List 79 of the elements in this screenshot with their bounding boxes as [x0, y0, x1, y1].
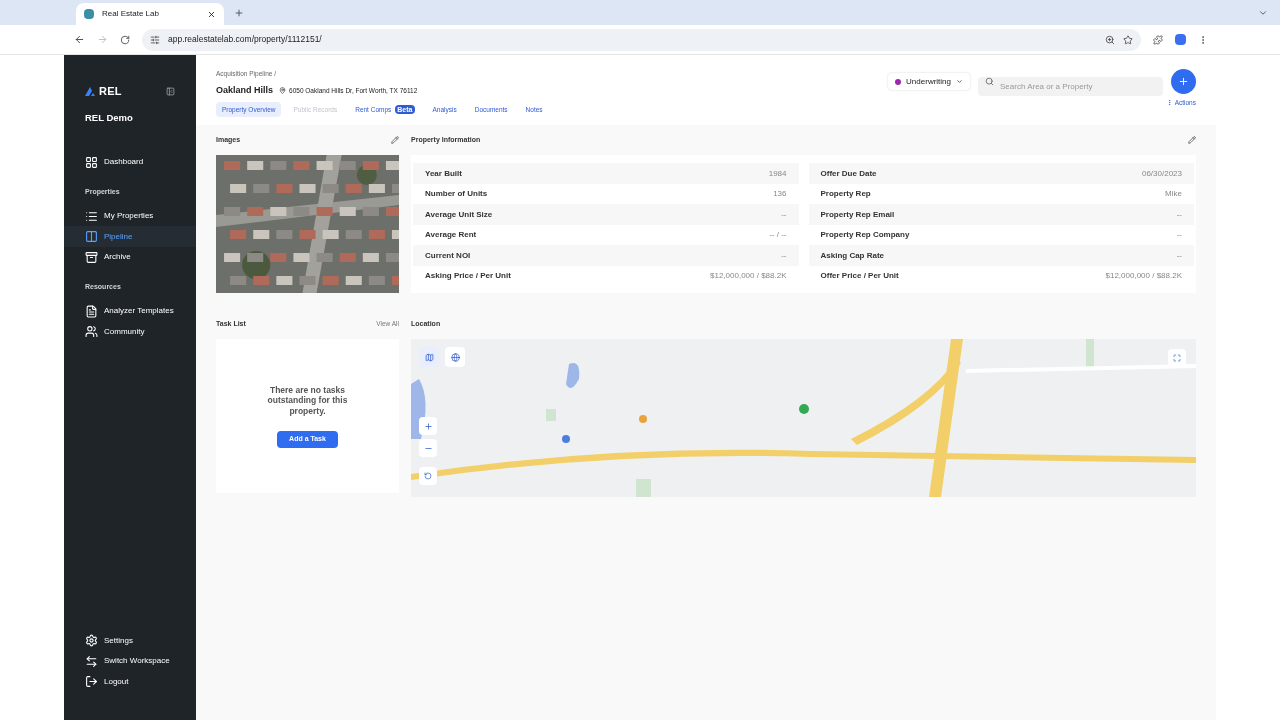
search-field[interactable]: Search Area or a Property [978, 77, 1163, 96]
archive-icon [85, 250, 98, 264]
extensions-icon[interactable] [1153, 34, 1163, 45]
sidebar-item[interactable]: My Properties [64, 205, 196, 227]
map-view-button[interactable] [419, 347, 439, 368]
field-label: Asking Cap Rate [820, 249, 885, 262]
users-icon [85, 325, 98, 338]
reset-icon [424, 472, 432, 481]
field-value: -- / -- [769, 229, 787, 241]
field-value: 136 [773, 188, 787, 200]
edit-icon[interactable] [1188, 136, 1196, 145]
field-label: Average Unit Size [425, 208, 493, 221]
field-label: Current NOI [425, 249, 471, 262]
field-label: Property Rep [820, 188, 871, 200]
plus-icon [423, 421, 433, 431]
field-label: Asking Price / Per Unit [425, 270, 511, 282]
field-label: Property Rep Company [820, 229, 910, 241]
sidebar-item[interactable]: Community [64, 321, 196, 342]
logo-icon [85, 86, 95, 96]
search-icon [985, 77, 994, 86]
property-title: Oakland Hills [216, 83, 274, 97]
profile-icon[interactable] [1175, 34, 1186, 45]
field-value: 1984 [768, 167, 787, 180]
reload-icon[interactable] [120, 34, 130, 45]
sidebar-item[interactable]: Dashboard [64, 151, 196, 173]
switch-icon [85, 654, 98, 668]
site-icon [84, 9, 94, 19]
fullscreen-icon [1173, 354, 1181, 363]
pin-icon [279, 87, 287, 94]
field-label: Property Rep Email [820, 208, 895, 221]
globe-icon [450, 352, 460, 362]
browser-tab[interactable]: Real Estate Lab [76, 3, 224, 25]
sidebar-item[interactable]: Logout [85, 671, 175, 692]
workspace-name: REL Demo [85, 110, 134, 125]
sidebar-item[interactable]: Settings [85, 630, 175, 651]
map-icon [424, 352, 434, 362]
field-value: 06/30/2023 [1141, 167, 1182, 180]
collapse-icon[interactable] [166, 86, 175, 96]
logo: REL [99, 84, 122, 99]
tab-list-icon[interactable] [1258, 8, 1268, 18]
zoom-in-button[interactable] [419, 417, 437, 436]
site-settings-icon[interactable] [150, 34, 160, 45]
reset-view-button[interactable] [419, 467, 437, 486]
sidebar-item[interactable]: Pipeline [64, 226, 196, 247]
satellite-view-button[interactable] [445, 347, 465, 368]
sidebar-item[interactable]: Archive [64, 246, 196, 268]
bookmark-icon[interactable] [1123, 34, 1133, 45]
field-value: -- [781, 249, 787, 262]
document-icon [85, 304, 98, 318]
field-value: -- [1176, 208, 1182, 221]
sidebar-item[interactable]: Switch Workspace [85, 651, 175, 672]
field-label: Year Built [425, 167, 462, 180]
field-value: -- [1176, 249, 1182, 262]
list-icon [85, 209, 98, 223]
field-value: $12,000,000 / $88.2K [1105, 270, 1182, 282]
field-value: Mike [1165, 188, 1182, 200]
zoom-icon[interactable] [1105, 34, 1115, 45]
field-label: Offer Price / Per Unit [820, 270, 899, 282]
field-label: Offer Due Date [820, 167, 877, 180]
status-dropdown[interactable]: Underwriting [888, 73, 970, 90]
field-value: -- [1176, 229, 1182, 241]
dashboard-icon [85, 155, 98, 169]
settings-icon [85, 634, 98, 648]
field-value: $12,000,000 / $88.2K [710, 270, 787, 282]
close-icon[interactable] [207, 9, 216, 19]
field-value: -- [781, 208, 787, 221]
edit-icon[interactable] [391, 136, 399, 145]
sidebar-item[interactable]: Analyzer Templates [64, 300, 196, 322]
caret-icon [956, 78, 963, 85]
logout-icon [85, 675, 98, 689]
columns-icon [85, 230, 98, 243]
field-label: Number of Units [425, 188, 488, 200]
address-bar[interactable]: app.realestatelab.com/property/1112151/ [142, 28, 1141, 51]
new-tab-icon[interactable] [234, 8, 244, 18]
add-button[interactable] [1171, 69, 1196, 94]
back-icon[interactable] [74, 34, 85, 45]
plus-icon [1178, 76, 1189, 87]
empty-message: There are no tasks outstanding for this property. [266, 384, 349, 417]
field-label: Average Rent [425, 229, 477, 241]
